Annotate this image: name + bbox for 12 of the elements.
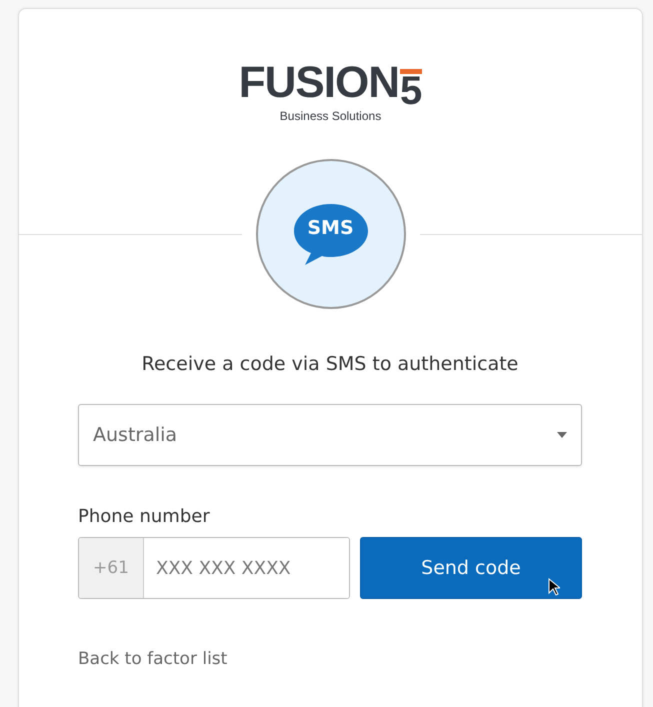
logo-wordmark: FUSION (238, 63, 399, 103)
badge-label: SMS (306, 217, 355, 239)
field-label: Phone number (78, 506, 211, 527)
logo-mark: 5 (400, 69, 422, 108)
caret-icon (557, 432, 567, 438)
country-select[interactable]: Australia (78, 404, 582, 466)
back-link[interactable]: Back to factor list (78, 649, 228, 669)
heading: Receive a code via SMS to authenticate (140, 353, 520, 375)
logo-tagline: Business Solutions (280, 109, 382, 123)
cursor-icon (548, 578, 560, 596)
country-code: +61 (79, 538, 144, 598)
send-code-button[interactable]: Send code (360, 537, 582, 599)
